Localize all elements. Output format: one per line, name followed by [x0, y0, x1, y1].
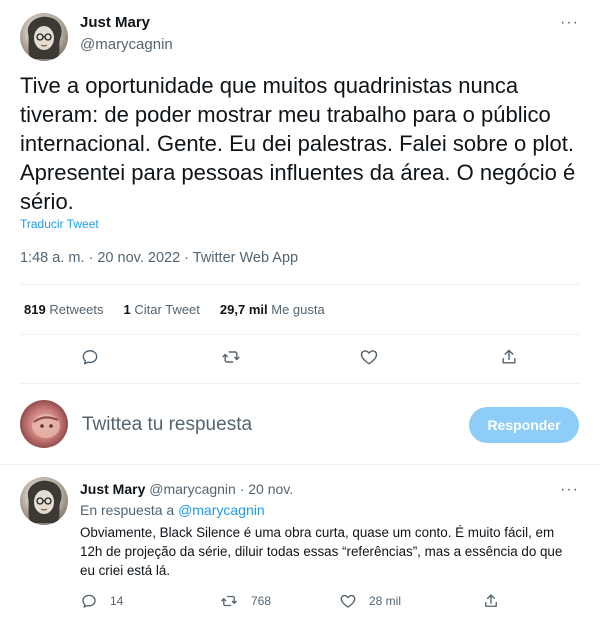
likes-label: Me gusta [271, 302, 325, 317]
in-reply-to-handle[interactable]: @marycagnin [178, 502, 265, 518]
likes-stat[interactable]: 29,7 mil Me gusta [220, 302, 325, 317]
retweets-label: Retweets [49, 302, 104, 317]
reply-like-button[interactable]: 28 mil [339, 592, 401, 610]
reply-retweet-count: 768 [251, 594, 272, 608]
reply-share-button[interactable] [482, 592, 500, 610]
reply-header: Just Mary @marycagnin · 20 nov. [80, 481, 293, 497]
reply-input[interactable]: Twittea tu respuesta [82, 414, 252, 436]
reply-text: Obviamente, Black Silence é uma obra cur… [80, 525, 563, 578]
reply-submit-button[interactable]: Responder [469, 407, 579, 443]
like-icon [340, 594, 356, 608]
retweets-stat[interactable]: 819 Retweets [24, 302, 104, 317]
more-icon[interactable]: ··· [560, 481, 579, 499]
reply-reply-count: 14 [110, 594, 124, 608]
reply-icon [82, 594, 96, 608]
retweets-count: 819 [24, 302, 46, 317]
quotes-count: 1 [123, 302, 131, 317]
in-reply-to-prefix: En respuesta a [80, 502, 175, 518]
reply-author-avatar[interactable] [20, 477, 68, 525]
reply-like-count: 28 mil [369, 594, 402, 608]
likes-count: 29,7 mil [219, 302, 268, 317]
quotes-label: Citar Tweet [134, 302, 200, 317]
reply-icon [82, 350, 98, 365]
divider [20, 284, 580, 285]
divider [20, 383, 580, 384]
like-icon [360, 350, 378, 365]
author-avatar[interactable] [20, 13, 68, 61]
share-icon [485, 594, 497, 607]
reply-button[interactable] [80, 347, 100, 367]
reply-author-handle[interactable]: @marycagnin [149, 481, 236, 497]
author-handle[interactable]: @marycagnin [80, 36, 173, 53]
divider [0, 464, 600, 465]
in-reply-to: En respuesta a @marycagnin [80, 502, 265, 518]
reply-reply-button[interactable]: 14 [80, 592, 123, 610]
retweet-button[interactable] [220, 347, 242, 367]
reply-author-name[interactable]: Just Mary [80, 481, 145, 497]
translate-link[interactable]: Traducir Tweet [20, 217, 99, 231]
tweet-text: Tive a oportunidade que muitos quadrinis… [20, 73, 576, 214]
share-button[interactable] [499, 347, 519, 367]
divider [20, 334, 580, 335]
more-icon[interactable]: ··· [560, 14, 579, 32]
current-user-avatar[interactable] [20, 400, 68, 448]
quotes-stat[interactable]: 1 Citar Tweet [124, 302, 200, 317]
tweet-stats: 819 Retweets 1 Citar Tweet 29,7 mil Me g… [24, 302, 325, 317]
retweet-icon [222, 351, 240, 363]
reply-date[interactable]: · 20 nov. [240, 481, 293, 497]
retweet-icon [221, 595, 237, 607]
tweet-timestamp: 1:48 a. m. · 20 nov. 2022 · Twitter Web … [20, 250, 299, 266]
author-name[interactable]: Just Mary [80, 14, 150, 31]
reply-retweet-button[interactable]: 768 [219, 592, 271, 610]
like-button[interactable] [359, 347, 379, 367]
share-icon [502, 349, 516, 364]
